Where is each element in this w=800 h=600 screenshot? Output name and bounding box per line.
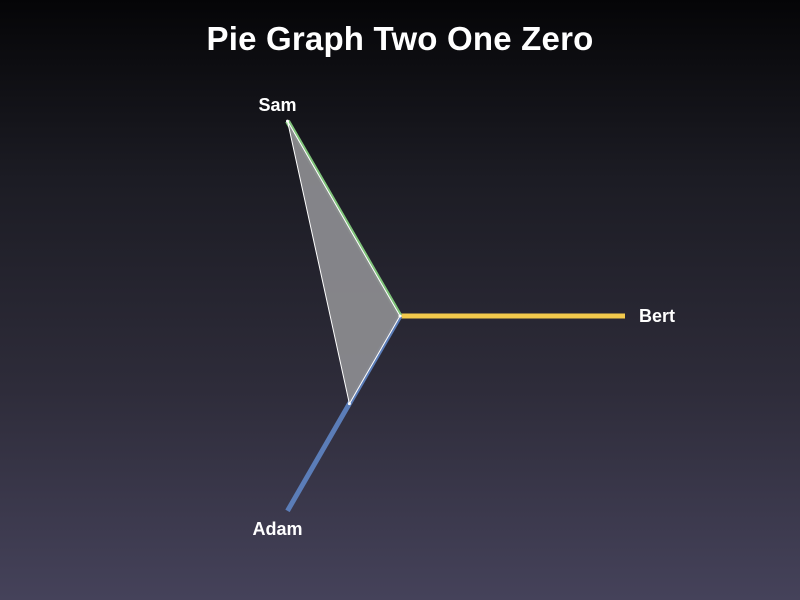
axis-label-adam: Adam [252, 519, 302, 539]
series-point-bert [398, 314, 402, 318]
axis-label-bert: Bert [639, 306, 675, 326]
series-point-adam [347, 402, 351, 406]
series-area-0 [287, 120, 401, 405]
series-layer [286, 119, 402, 406]
radar-chart: Bert Adam Sam [252, 95, 675, 539]
axis-label-sam: Sam [258, 95, 296, 115]
series-point-sam [286, 119, 289, 123]
